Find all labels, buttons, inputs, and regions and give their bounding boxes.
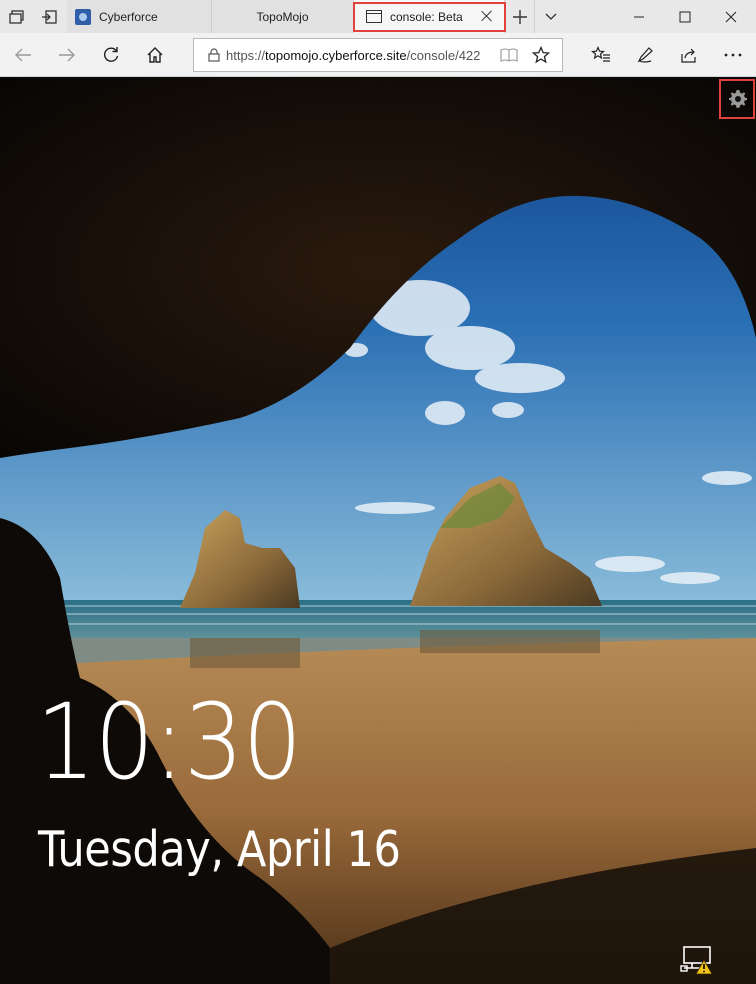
minimize-icon xyxy=(634,16,644,17)
tabs-aside-icon xyxy=(9,9,24,24)
ellipsis-icon xyxy=(724,53,742,57)
cyberforce-favicon-icon xyxy=(75,8,91,25)
share-icon xyxy=(681,48,696,63)
tabs-aside-button[interactable] xyxy=(0,0,34,33)
refresh-button[interactable] xyxy=(94,38,128,72)
lockscreen-time: 10:30 xyxy=(36,681,302,803)
favorite-star-icon[interactable] xyxy=(532,46,550,64)
more-menu-button[interactable] xyxy=(716,38,750,72)
tab-label: TopoMojo xyxy=(256,9,309,24)
tab-strip: Cyberforce TopoMojo console: Beta xyxy=(0,0,756,33)
console-tab-icon xyxy=(366,10,382,23)
console-view[interactable]: 10:30 Tuesday, April 16 xyxy=(0,78,756,984)
lockscreen-date: Tuesday, April 16 xyxy=(38,821,401,878)
set-aside-icon xyxy=(42,9,57,24)
address-bar[interactable]: https://topomojo.cyberforce.site/console… xyxy=(193,38,563,72)
close-window-button[interactable] xyxy=(708,0,754,33)
url-host: topomojo.cyberforce.site xyxy=(265,47,407,63)
tab-label: Cyberforce xyxy=(99,9,158,24)
favorites-list-icon xyxy=(591,46,610,62)
maximize-button[interactable] xyxy=(662,0,708,33)
set-tabs-aside-button[interactable] xyxy=(32,0,66,33)
home-icon xyxy=(147,47,163,63)
forward-arrow-icon xyxy=(59,48,75,62)
gear-icon xyxy=(729,89,747,108)
navigation-bar: https://topomojo.cyberforce.site/console… xyxy=(0,33,756,77)
network-warning-icon[interactable] xyxy=(680,946,714,976)
pen-icon xyxy=(637,47,653,63)
back-button[interactable] xyxy=(6,38,40,72)
home-button[interactable] xyxy=(138,38,172,72)
tab-label: console: Beta xyxy=(390,9,463,24)
forward-button[interactable] xyxy=(50,38,84,72)
new-tab-button[interactable] xyxy=(506,0,535,33)
back-arrow-icon xyxy=(15,48,31,62)
reading-view-icon[interactable] xyxy=(500,48,518,62)
add-notes-button[interactable] xyxy=(628,38,662,72)
tab-console-beta[interactable]: console: Beta xyxy=(354,0,505,33)
share-button[interactable] xyxy=(672,38,706,72)
minimize-button[interactable] xyxy=(616,0,662,33)
url-path: /console/422 xyxy=(406,47,481,63)
url-text[interactable]: https://topomojo.cyberforce.site/console… xyxy=(226,48,496,63)
tab-cyberforce[interactable]: Cyberforce xyxy=(67,0,212,33)
chevron-down-icon xyxy=(545,13,557,20)
console-settings-button[interactable] xyxy=(722,81,754,116)
tab-list-button[interactable] xyxy=(536,0,566,33)
plus-icon xyxy=(513,9,527,24)
maximize-icon xyxy=(679,11,691,22)
tab-topomojo[interactable]: TopoMojo xyxy=(212,0,354,33)
lock-icon xyxy=(208,48,220,62)
refresh-icon xyxy=(103,47,119,62)
favorites-hub-button[interactable] xyxy=(584,38,618,72)
close-tab-icon[interactable] xyxy=(480,9,494,23)
close-icon xyxy=(725,11,737,22)
url-scheme: https:// xyxy=(226,47,266,63)
